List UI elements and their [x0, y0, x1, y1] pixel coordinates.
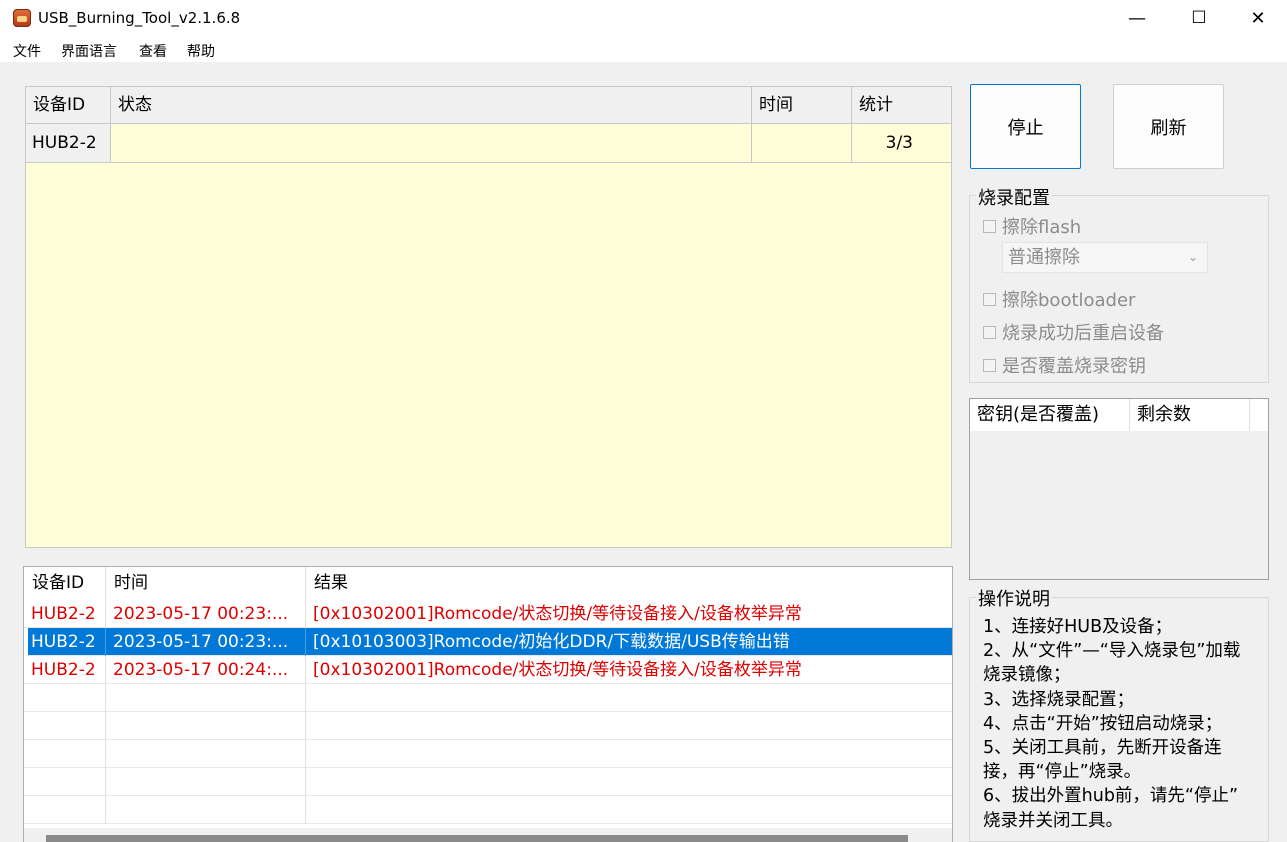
empty-row — [24, 768, 952, 796]
overwrite-key-checkbox[interactable]: 是否覆盖烧录密钥 — [983, 352, 1146, 378]
horizontal-scrollbar-thumb[interactable] — [46, 835, 908, 842]
instruction-line: 烧录并关闭工具。 — [983, 810, 1123, 831]
log-device-id: HUB2-2 — [24, 656, 106, 684]
col-status[interactable]: 状态 — [111, 87, 752, 124]
window-title: USB_Burning_Tool_v2.1.6.8 — [38, 9, 241, 27]
col-device-id[interactable]: 设备ID — [26, 87, 111, 124]
maximize-icon: ☐ — [1191, 8, 1207, 28]
menu-view[interactable]: 查看 — [139, 41, 167, 61]
minimize-button[interactable]: — — [1114, 0, 1160, 36]
app-icon — [13, 9, 31, 27]
erase-flash-checkbox[interactable]: 擦除flash — [983, 213, 1081, 239]
log-col-result[interactable]: 结果 — [306, 567, 952, 600]
empty-row — [24, 712, 952, 740]
chevron-down-icon: ⌄ — [1187, 250, 1198, 264]
checkbox-icon — [983, 219, 996, 233]
instruction-line: 接，再“停止”烧录。 — [983, 762, 1142, 783]
log-col-time[interactable]: 时间 — [106, 567, 306, 600]
log-table-header: 设备ID 时间 结果 — [24, 567, 952, 600]
device-status-cell — [111, 124, 752, 162]
instruction-line: 烧录镜像； — [983, 665, 1071, 686]
col-stats[interactable]: 统计 — [852, 87, 951, 124]
menu-help[interactable]: 帮助 — [187, 41, 215, 61]
erase-mode-select[interactable]: 普通擦除 ⌄ — [1002, 242, 1208, 273]
minimize-icon: — — [1128, 7, 1146, 29]
device-row[interactable]: HUB2-2 3/3 — [26, 124, 951, 163]
log-device-id: HUB2-2 — [24, 600, 106, 628]
erase-bootloader-label: 擦除bootloader — [1002, 290, 1136, 311]
maximize-button[interactable]: ☐ — [1176, 0, 1222, 36]
log-time: 2023-05-17 00:23:... — [106, 628, 306, 656]
reboot-after-checkbox[interactable]: 烧录成功后重启设备 — [983, 319, 1164, 345]
instructions-title: 操作说明 — [976, 585, 1052, 611]
instruction-line: 2、从“文件”—“导入烧录包”加载 — [983, 641, 1241, 662]
instruction-line: 4、点击“开始”按钮启动烧录； — [983, 713, 1223, 734]
log-device-id: HUB2-2 — [28, 628, 106, 656]
menu-file[interactable]: 文件 — [13, 41, 41, 61]
instruction-line: 5、关闭工具前，先断开设备连 — [983, 738, 1222, 759]
empty-row — [24, 796, 952, 824]
instructions-text: 1、连接好HUB及设备； 2、从“文件”—“导入烧录包”加载 烧录镜像； 3、选… — [983, 615, 1283, 833]
log-result: [0x10302001]Romcode/状态切换/等待设备接入/设备枚举异常 — [313, 604, 802, 624]
log-row[interactable]: HUB2-2 2023-05-17 00:24:... [0x10302001]… — [24, 656, 952, 684]
key-table[interactable]: 密钥(是否覆盖) 剩余数 — [969, 398, 1269, 580]
col-time[interactable]: 时间 — [752, 87, 852, 124]
device-table[interactable]: 设备ID 状态 时间 统计 HUB2-2 3/3 — [25, 86, 952, 548]
instruction-line: 1、连接好HUB及设备； — [983, 617, 1173, 637]
instruction-line: 3、选择烧录配置； — [983, 689, 1135, 710]
close-button[interactable]: ✕ — [1235, 0, 1281, 36]
empty-row — [24, 740, 952, 768]
empty-row — [24, 684, 952, 712]
device-time-cell — [752, 124, 852, 162]
device-count-cell: 3/3 — [885, 133, 913, 153]
device-table-header: 设备ID 状态 时间 统计 — [26, 87, 951, 124]
checkbox-icon — [983, 358, 996, 372]
log-time: 2023-05-17 00:24:... — [106, 656, 306, 684]
erase-bootloader-checkbox[interactable]: 擦除bootloader — [983, 286, 1135, 312]
log-row-selected[interactable]: HUB2-2 2023-05-17 00:23:... [0x10103003]… — [28, 628, 952, 656]
checkbox-icon — [983, 325, 996, 339]
log-row[interactable]: HUB2-2 2023-05-17 00:23:... [0x10302001]… — [24, 600, 952, 628]
erase-mode-value: 普通擦除 — [1008, 247, 1080, 268]
overwrite-key-label: 是否覆盖烧录密钥 — [1002, 356, 1146, 377]
erase-flash-label: 擦除flash — [1002, 217, 1082, 238]
checkbox-icon — [983, 292, 996, 306]
log-result: [0x10103003]Romcode/初始化DDR/下载数据/USB传输出错 — [313, 632, 790, 652]
log-time: 2023-05-17 00:23:... — [106, 600, 306, 628]
menu-language[interactable]: 界面语言 — [61, 41, 117, 61]
key-table-header: 密钥(是否覆盖) 剩余数 — [970, 399, 1268, 431]
reboot-after-label: 烧录成功后重启设备 — [1002, 323, 1164, 344]
refresh-button[interactable]: 刷新 — [1113, 84, 1224, 169]
col-remaining[interactable]: 剩余数 — [1130, 399, 1250, 431]
col-key[interactable]: 密钥(是否覆盖) — [970, 399, 1130, 431]
close-icon: ✕ — [1250, 7, 1266, 29]
stop-button[interactable]: 停止 — [970, 84, 1081, 169]
device-id-cell: HUB2-2 — [26, 124, 111, 162]
log-col-device-id[interactable]: 设备ID — [24, 567, 106, 600]
log-result: [0x10302001]Romcode/状态切换/等待设备接入/设备枚举异常 — [313, 660, 802, 680]
instruction-line: 6、拔出外置hub前，请先“停止” — [983, 786, 1239, 807]
burn-config-title: 烧录配置 — [976, 184, 1052, 210]
log-table[interactable]: 设备ID 时间 结果 HUB2-2 2023-05-17 00:23:... [… — [23, 566, 953, 842]
